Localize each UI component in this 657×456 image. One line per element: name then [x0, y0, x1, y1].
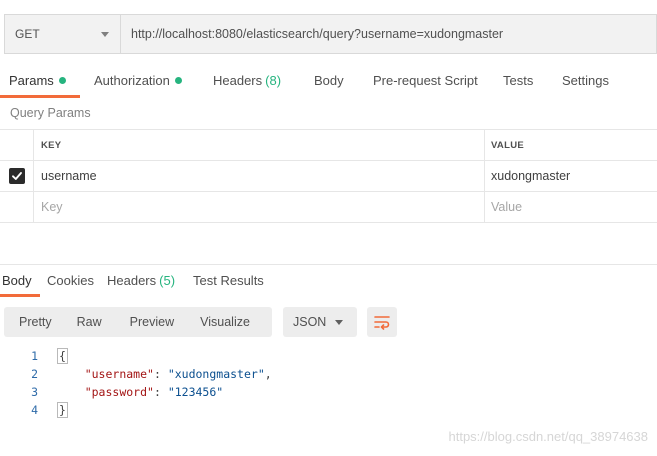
- table-row-empty: Key Value: [0, 192, 657, 223]
- request-url-bar: GET http://localhost:8080/elasticsearch/…: [4, 14, 657, 54]
- tab-response-body[interactable]: Body: [0, 267, 40, 297]
- chevron-down-icon: [101, 31, 109, 37]
- format-select[interactable]: JSON: [283, 307, 357, 337]
- method-select[interactable]: GET: [5, 15, 121, 53]
- query-params-table: KEY VALUE username xudongmaster Key Valu…: [0, 129, 657, 223]
- chevron-down-icon: [335, 319, 343, 325]
- active-indicator-icon: [174, 77, 182, 84]
- table-row: username xudongmaster: [0, 161, 657, 192]
- code-line: 3 "password": "123456": [0, 383, 657, 401]
- line-number: 1: [31, 349, 38, 363]
- code-line: 4 }: [0, 401, 657, 419]
- view-visualize-button[interactable]: Visualize: [174, 315, 250, 329]
- code-line: 2 "username": "xudongmaster",: [0, 365, 657, 383]
- method-label: GET: [15, 27, 40, 41]
- line-number: 4: [31, 403, 38, 417]
- new-value-input[interactable]: Value: [485, 192, 657, 222]
- header-check-cell: [0, 130, 34, 160]
- param-checkbox[interactable]: [8, 168, 25, 184]
- response-divider: [0, 264, 657, 265]
- view-raw-button[interactable]: Raw: [52, 315, 102, 329]
- new-key-input[interactable]: Key: [34, 192, 485, 222]
- tab-response-headers[interactable]: Headers (5): [107, 267, 175, 297]
- tab-authorization[interactable]: Authorization: [94, 64, 182, 98]
- json-comma: ,: [264, 367, 272, 381]
- column-header-key: KEY: [34, 130, 485, 160]
- brace-open: {: [57, 348, 68, 364]
- response-body-code[interactable]: 1 { 2 "username": "xudongmaster", 3 "pas…: [0, 347, 657, 419]
- param-value-input[interactable]: xudongmaster: [485, 161, 657, 191]
- tab-body[interactable]: Body: [314, 64, 344, 98]
- table-header-row: KEY VALUE: [0, 130, 657, 161]
- watermark: https://blog.csdn.net/qq_38974638: [448, 429, 649, 444]
- tab-params[interactable]: Params: [0, 64, 80, 98]
- json-value: "xudongmaster": [167, 367, 265, 381]
- tab-cookies[interactable]: Cookies: [47, 267, 94, 297]
- json-key: "password": [84, 385, 154, 399]
- view-pretty-button[interactable]: Pretty: [4, 315, 52, 329]
- line-number: 2: [31, 367, 38, 381]
- json-key: "username": [84, 367, 154, 381]
- url-input[interactable]: http://localhost:8080/elasticsearch/quer…: [121, 15, 656, 53]
- brace-close: }: [57, 402, 68, 418]
- request-tabs: Params Authorization Headers (8) Body Pre…: [0, 64, 657, 98]
- row-check-cell: [0, 192, 34, 222]
- response-tabs: Body Cookies Headers (5) Test Results: [0, 267, 657, 297]
- row-check-cell: [0, 161, 34, 191]
- tab-headers[interactable]: Headers (8): [213, 64, 281, 98]
- column-header-value: VALUE: [491, 139, 524, 151]
- tab-settings[interactable]: Settings: [562, 64, 609, 98]
- line-number: 3: [31, 385, 38, 399]
- query-params-title: Query Params: [10, 106, 91, 120]
- wrap-lines-button[interactable]: [367, 307, 397, 337]
- active-indicator-icon: [58, 77, 66, 84]
- code-line: 1 {: [0, 347, 657, 365]
- tab-pre-request-script[interactable]: Pre-request Script: [373, 64, 478, 98]
- view-preview-button[interactable]: Preview: [102, 315, 174, 329]
- tab-tests[interactable]: Tests: [503, 64, 533, 98]
- view-mode-bar: Pretty Raw Preview Visualize: [4, 307, 272, 337]
- tab-test-results[interactable]: Test Results: [193, 267, 264, 297]
- param-key-input[interactable]: username: [34, 161, 485, 191]
- checkmark-icon: [11, 172, 22, 180]
- format-label: JSON: [293, 315, 327, 329]
- json-value: "123456": [167, 385, 224, 399]
- wrap-lines-icon: [374, 316, 390, 330]
